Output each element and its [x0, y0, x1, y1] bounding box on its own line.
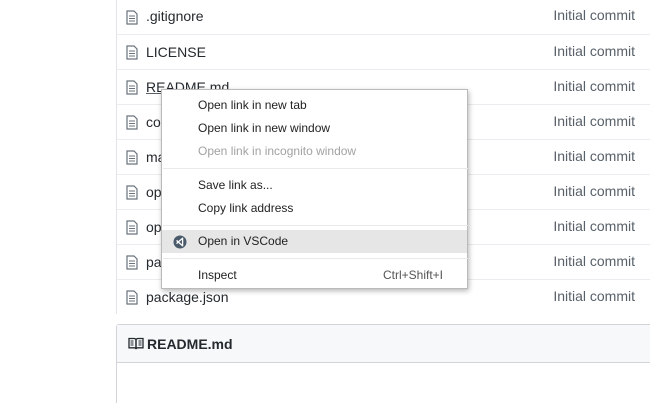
- file-icon: [126, 150, 138, 165]
- file-name-link[interactable]: .gitignore: [146, 8, 204, 24]
- menu-item-label: Inspect: [198, 268, 237, 282]
- file-icon: [126, 80, 138, 95]
- file-name-link[interactable]: co: [146, 114, 161, 130]
- file-name-link[interactable]: package.json: [146, 289, 229, 305]
- file-name-link[interactable]: op: [146, 219, 162, 235]
- menu-item-save-link[interactable]: Save link as...: [162, 174, 467, 197]
- menu-separator: [163, 258, 468, 259]
- readme-panel: README.md: [116, 324, 650, 403]
- commit-message-link[interactable]: Initial commit: [553, 183, 635, 199]
- menu-item-label: Open link in new window: [198, 121, 331, 135]
- menu-separator: [163, 225, 468, 226]
- file-row[interactable]: .gitignore Initial commit: [117, 0, 650, 34]
- menu-item-label: Open link in new tab: [198, 98, 307, 112]
- commit-message-link[interactable]: Initial commit: [553, 218, 635, 234]
- book-icon: [128, 337, 144, 350]
- menu-item-label: Open link in incognito window: [198, 144, 357, 158]
- menu-item-copy-link[interactable]: Copy link address: [162, 197, 467, 220]
- file-icon: [126, 45, 138, 60]
- file-name-link[interactable]: LICENSE: [146, 44, 206, 60]
- commit-message-link[interactable]: Initial commit: [553, 78, 635, 94]
- file-icon: [126, 185, 138, 200]
- menu-item-open-vscode[interactable]: Open in VSCode: [162, 230, 467, 253]
- file-name-link[interactable]: op: [146, 184, 162, 200]
- context-menu: Open link in new tab Open link in new wi…: [161, 89, 468, 289]
- commit-message-link[interactable]: Initial commit: [553, 253, 635, 269]
- menu-item-open-new-window[interactable]: Open link in new window: [162, 117, 467, 140]
- menu-item-label: Open in VSCode: [198, 234, 289, 248]
- vscode-icon: [173, 235, 187, 249]
- menu-item-shortcut: Ctrl+Shift+I: [382, 268, 443, 282]
- file-icon: [126, 220, 138, 235]
- commit-message-link[interactable]: Initial commit: [553, 288, 635, 304]
- file-icon: [126, 115, 138, 130]
- commit-message-link[interactable]: Initial commit: [553, 43, 635, 59]
- menu-item-inspect[interactable]: Inspect Ctrl+Shift+I: [162, 264, 467, 287]
- file-name-link[interactable]: pa: [146, 254, 162, 270]
- menu-separator: [163, 168, 468, 169]
- file-icon: [126, 10, 138, 25]
- menu-item-label: Save link as...: [198, 178, 273, 192]
- file-icon: [126, 255, 138, 270]
- file-icon: [126, 290, 138, 305]
- menu-item-open-new-tab[interactable]: Open link in new tab: [162, 94, 467, 117]
- menu-item-label: Copy link address: [198, 201, 294, 215]
- readme-header: README.md: [117, 325, 650, 363]
- commit-message-link[interactable]: Initial commit: [553, 113, 635, 129]
- commit-message-link[interactable]: Initial commit: [553, 7, 635, 23]
- menu-item-open-incognito: Open link in incognito window: [162, 140, 467, 163]
- readme-title: README.md: [147, 335, 233, 352]
- commit-message-link[interactable]: Initial commit: [553, 148, 635, 164]
- file-row[interactable]: LICENSE Initial commit: [117, 34, 650, 69]
